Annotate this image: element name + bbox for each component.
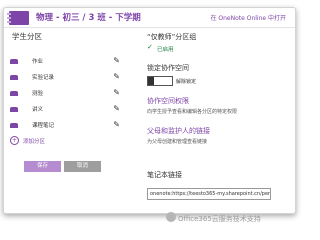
toggle-knob — [148, 77, 154, 85]
save-button[interactable]: 保存 — [24, 161, 61, 172]
section-label: 课程笔记 — [32, 123, 55, 129]
check-icon: ✓ — [147, 43, 153, 51]
collab-space-permissions-link[interactable]: 协作空间权限 — [147, 96, 189, 106]
section-tab-icon — [10, 91, 18, 96]
section-label: 讲义 — [32, 107, 44, 113]
header-bar: 物理 - 初三 / 3 班 - 下学期 在 OneNote Online 中打开 — [4, 8, 295, 28]
teacher-only-group-title: “仅教师”分区组 — [147, 33, 197, 41]
section-label: 作业 — [32, 59, 44, 65]
permissions-description: 向学生授予查看和编辑各分区的特定权限 — [147, 109, 238, 115]
section-label: 实验记录 — [32, 75, 55, 81]
parent-links-description: 为父母创建和管理查看链接 — [147, 139, 208, 145]
enabled-status: 已启用 — [157, 47, 174, 53]
notebook-icon — [7, 11, 29, 25]
notebook-title: 物理 - 初三 / 3 班 - 下学期 — [36, 13, 141, 23]
section-tab-icon — [10, 59, 18, 64]
open-in-onenote-online-link[interactable]: 在 OneNote Online 中打开 — [211, 13, 287, 22]
add-section-button[interactable]: + 添加分区 — [10, 136, 100, 146]
section-tab-icon — [10, 75, 18, 80]
notebook-link-field[interactable]: onenote:https://teesto365-my.sharepoint.… — [147, 188, 271, 200]
toggle-state-label: 解除锁定 — [176, 79, 197, 85]
lock-toggle[interactable] — [147, 76, 173, 86]
section-item[interactable]: 作业 ✎ — [10, 56, 120, 68]
add-section-label: 添加分区 — [23, 139, 46, 145]
section-item[interactable]: 测验 ✎ — [10, 88, 120, 100]
class-notebook-settings-card: 物理 - 初三 / 3 班 - 下学期 在 OneNote Online 中打开… — [3, 7, 296, 214]
section-item[interactable]: 实验记录 ✎ — [10, 72, 120, 84]
section-item[interactable]: 讲义 ✎ — [10, 104, 120, 116]
pencil-icon[interactable]: ✎ — [113, 88, 120, 98]
wechat-logo-icon — [166, 212, 176, 222]
section-tab-icon — [10, 107, 18, 112]
notebook-link-title: 笔记本链接 — [147, 171, 182, 179]
section-label: 测验 — [32, 91, 44, 97]
plus-circle-icon: + — [10, 136, 19, 145]
section-tab-icon — [10, 123, 18, 128]
section-item[interactable]: 课程笔记 ✎ — [10, 120, 120, 132]
cancel-button[interactable]: 取消 — [64, 161, 101, 172]
pencil-icon[interactable]: ✎ — [113, 120, 120, 130]
pencil-icon[interactable]: ✎ — [113, 72, 120, 82]
watermark-text: Office365云服务技术支持 — [178, 215, 261, 223]
pencil-icon[interactable]: ✎ — [113, 56, 120, 66]
parent-guardian-links-link[interactable]: 父母和监护人的链接 — [147, 126, 210, 136]
student-sections-title: 学生分区 — [12, 32, 42, 41]
page: 物理 - 初三 / 3 班 - 下学期 在 OneNote Online 中打开… — [0, 0, 300, 229]
lock-collab-space-title: 锁定协作空间 — [147, 64, 189, 72]
pencil-icon[interactable]: ✎ — [113, 104, 120, 114]
